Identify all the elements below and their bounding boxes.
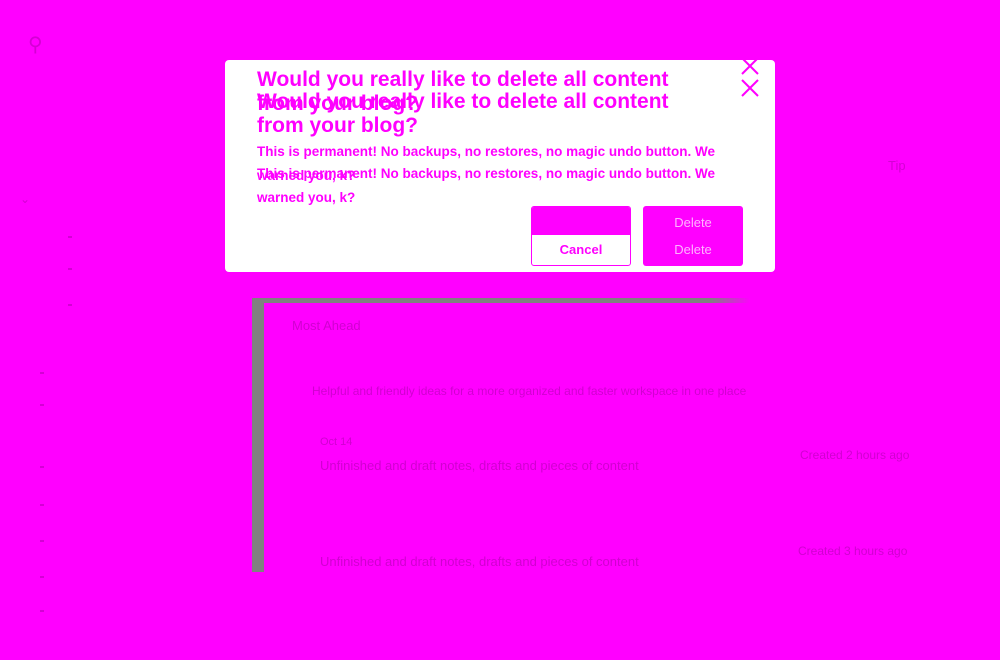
close-button[interactable]	[739, 55, 761, 77]
card-header: Most Ahead	[292, 318, 361, 333]
card-row-text: Unfinished and draft notes, drafts and p…	[320, 554, 639, 569]
sidebar-item	[68, 304, 72, 306]
delete-confirmation-dialog: Would you really like to delete all cont…	[225, 57, 775, 272]
cancel-button-label: Cancel	[559, 242, 603, 257]
close-icon	[741, 79, 759, 97]
sidebar-item	[40, 610, 44, 612]
close-icon	[741, 57, 759, 75]
delete-button-label-shadow: Delete	[674, 242, 712, 257]
sidebar-item	[40, 372, 44, 374]
dialog-title-shadow: Would you really like to delete all cont…	[257, 90, 669, 137]
card-top-border	[252, 298, 750, 303]
dialog-message-shadow: This is permanent! No backups, no restor…	[257, 166, 716, 205]
close-button-shadow[interactable]	[739, 77, 761, 99]
card-row-subtext: Oct 14	[320, 436, 353, 448]
cancel-button-fill	[532, 207, 630, 235]
card-row-text: Unfinished and draft notes, drafts and p…	[320, 458, 639, 473]
chevron-down-icon: ⌄	[20, 192, 31, 206]
card-side-bar	[252, 298, 264, 572]
sidebar-item	[68, 236, 72, 238]
sidebar-item	[40, 576, 44, 578]
sidebar-item	[40, 504, 44, 506]
card-row-meta: Created 2 hours ago	[800, 448, 910, 462]
app-logo-icon: ⚲	[28, 34, 43, 56]
delete-button[interactable]: Delete Delete	[643, 206, 743, 266]
cancel-button[interactable]: Cancel	[531, 206, 631, 266]
sidebar-item	[40, 404, 44, 406]
card-row-text: Helpful and friendly ideas for a more or…	[312, 384, 747, 398]
content-card: Most Ahead Helpful and friendly ideas fo…	[252, 298, 909, 572]
delete-button-label: Delete	[674, 215, 712, 230]
header-right-text: Tip	[888, 158, 906, 173]
sidebar-item	[68, 268, 72, 270]
card-row-meta: Created 3 hours ago	[798, 544, 908, 558]
sidebar-item	[40, 466, 44, 468]
sidebar-item	[40, 540, 44, 542]
